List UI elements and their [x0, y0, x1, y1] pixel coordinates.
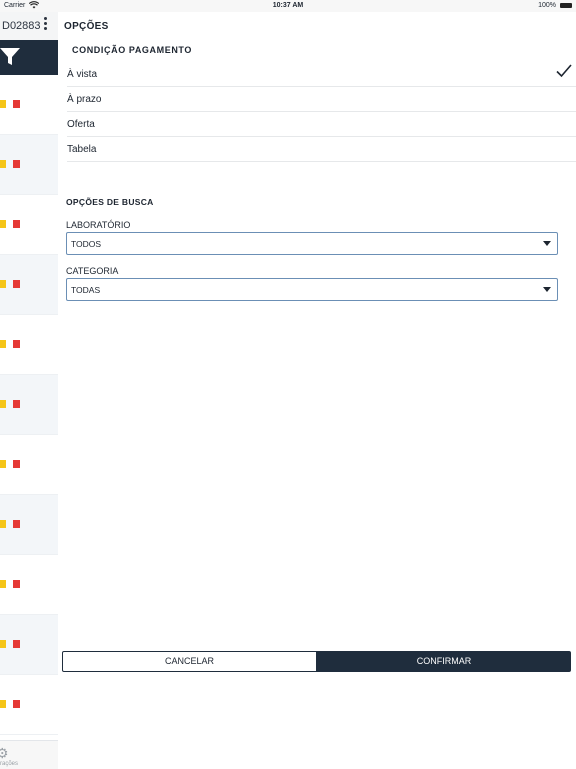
badge-red	[13, 460, 20, 468]
laboratory-select[interactable]: TODOS	[66, 232, 558, 255]
badge-red	[13, 640, 20, 648]
list-item[interactable]	[0, 315, 58, 375]
badge-red	[13, 400, 20, 408]
list-item[interactable]	[0, 495, 58, 555]
chevron-down-icon	[543, 241, 551, 246]
list-item[interactable]	[0, 195, 58, 255]
badge-yellow	[0, 640, 6, 648]
badge-red	[13, 280, 20, 288]
list-item[interactable]	[0, 75, 58, 135]
badge-yellow	[0, 580, 6, 588]
tab-bar[interactable]: ⚙ rações	[0, 740, 58, 769]
search-section-title: OPÇÕES DE BUSCA	[66, 197, 154, 207]
page-title: OPÇÕES	[64, 21, 109, 32]
badge-red	[13, 340, 20, 348]
left-header: D02883	[0, 12, 58, 40]
list-item[interactable]	[0, 375, 58, 435]
badge-red	[13, 220, 20, 228]
list-item[interactable]	[0, 555, 58, 615]
filter-icon[interactable]	[0, 48, 20, 66]
list-item[interactable]	[0, 255, 58, 315]
filter-bar[interactable]	[0, 40, 58, 75]
list-item[interactable]	[0, 615, 58, 675]
badge-red	[13, 100, 20, 108]
list-item[interactable]	[0, 675, 58, 735]
payment-option-a-prazo[interactable]: À prazo	[67, 87, 576, 112]
badge-yellow	[0, 520, 6, 528]
list-item[interactable]	[0, 435, 58, 495]
status-bar: Carrier 10:37 AM 100%	[0, 0, 576, 12]
chevron-down-icon	[543, 287, 551, 292]
tab-label-settings: rações	[0, 761, 19, 767]
more-vertical-icon[interactable]	[44, 17, 48, 35]
battery-percent: 100%	[538, 2, 556, 9]
status-time: 10:37 AM	[272, 2, 304, 9]
badge-red	[13, 580, 20, 588]
options-panel: OPÇÕES CONDIÇÃO PAGAMENTO À vista À praz…	[58, 12, 576, 768]
left-panel: D02883 ⚙ rações	[0, 12, 59, 769]
badge-yellow	[0, 460, 6, 468]
badge-yellow	[0, 340, 6, 348]
category-value: TODAS	[71, 285, 101, 295]
payment-option-label: À prazo	[67, 94, 102, 105]
payment-option-label: Tabela	[67, 144, 97, 155]
checkmark-icon	[556, 64, 572, 78]
category-select[interactable]: TODAS	[66, 278, 558, 301]
payment-section-title: CONDIÇÃO PAGAMENTO	[72, 45, 192, 55]
payment-option-tabela[interactable]: Tabela	[67, 137, 576, 162]
payment-option-label: À vista	[67, 69, 98, 80]
badge-yellow	[0, 700, 6, 708]
payment-option-a-vista[interactable]: À vista	[67, 62, 576, 87]
badge-yellow	[0, 100, 6, 108]
badge-red	[13, 520, 20, 528]
badge-red	[13, 160, 20, 168]
payment-option-oferta[interactable]: Oferta	[67, 112, 576, 137]
badge-yellow	[0, 400, 6, 408]
confirm-button[interactable]: CONFIRMAR	[317, 651, 571, 672]
battery-icon	[560, 3, 572, 8]
laboratory-label: LABORATÓRIO	[66, 220, 131, 230]
category-label: CATEGORIA	[66, 266, 119, 276]
list-item[interactable]	[0, 135, 58, 195]
laboratory-value: TODOS	[71, 239, 102, 249]
badge-red	[13, 700, 20, 708]
payment-option-label: Oferta	[67, 119, 95, 130]
badge-yellow	[0, 160, 6, 168]
badge-yellow	[0, 280, 6, 288]
order-code: D02883	[2, 20, 41, 32]
badge-yellow	[0, 220, 6, 228]
cancel-button[interactable]: CANCELAR	[62, 651, 317, 672]
gear-icon[interactable]: ⚙	[0, 745, 9, 762]
